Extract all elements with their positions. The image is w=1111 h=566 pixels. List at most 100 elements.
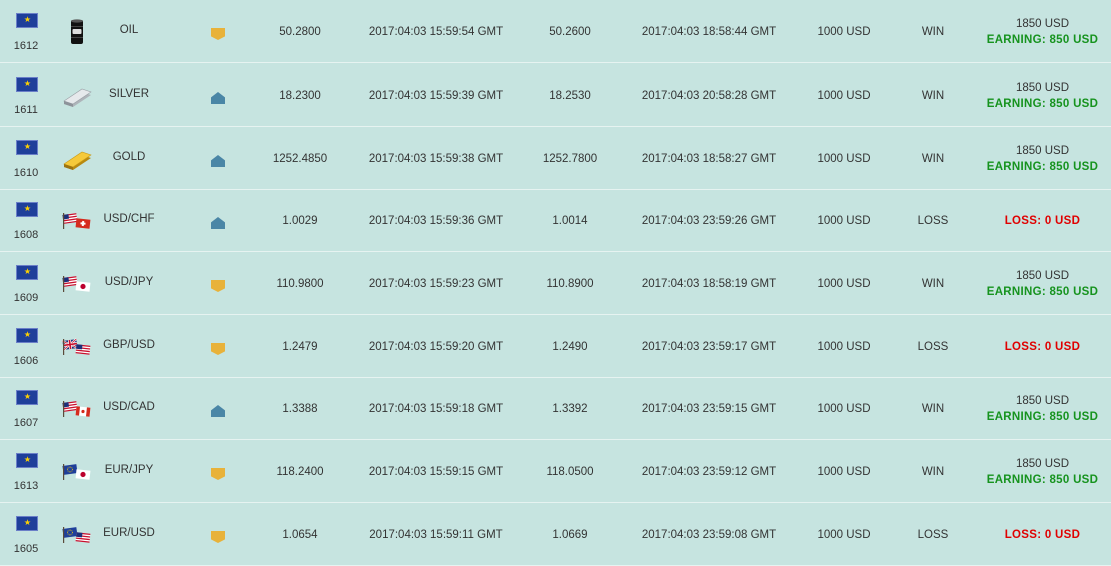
payout-amount: 1850 USD <box>1015 145 1070 157</box>
table-row[interactable]: 1611 SILVER 18.2300 2017:04:03 15:59:39 … <box>0 64 1111 127</box>
gbp-usd-flags-icon <box>62 333 92 361</box>
open-price: 1.0029 <box>282 215 318 227</box>
close-time: 2017:04:03 23:59:12 GMT <box>641 466 777 478</box>
trade-id: 1613 <box>13 480 39 492</box>
table-row[interactable]: 1607 USD/CAD 1.3388 2017:04:03 15:59:18 … <box>0 377 1111 440</box>
trade-id: 1606 <box>13 355 39 367</box>
asset-name: OIL <box>119 24 139 36</box>
open-price: 1.2479 <box>282 341 318 353</box>
eu-flag-icon <box>16 265 38 280</box>
trade-amount: 1000 USD <box>817 341 871 353</box>
earning-label: EARNING: 850 USD <box>986 411 1099 423</box>
payout: 1850 USD EARNING: 850 USD <box>985 270 1100 298</box>
silver-bar-icon <box>62 82 92 110</box>
open-time: 2017:04:03 15:59:15 GMT <box>368 466 504 478</box>
open-price: 118.2400 <box>276 466 324 478</box>
open-time: 2017:04:03 15:59:36 GMT <box>368 215 504 227</box>
trade-result: WIN <box>921 278 945 290</box>
close-price: 118.0500 <box>546 466 594 478</box>
payout: LOSS: 0 USD <box>985 529 1100 541</box>
table-row[interactable]: 1608 USD/CHF 1.0029 2017:04:03 15:59:36 … <box>0 189 1111 252</box>
close-time: 2017:04:03 18:58:27 GMT <box>641 153 777 165</box>
call-direction-icon <box>211 531 225 543</box>
eur-usd-flags-icon <box>62 521 92 549</box>
table-row[interactable]: 1609 USD/JPY 110.9800 2017:04:03 15:59:2… <box>0 252 1111 315</box>
payout: LOSS: 0 USD <box>985 341 1100 353</box>
trade-amount: 1000 USD <box>817 529 871 541</box>
close-price: 1.0014 <box>552 215 588 227</box>
call-direction-icon <box>211 468 225 480</box>
usd-jpy-flags-icon <box>62 270 92 298</box>
usd-cad-flags-icon <box>62 395 92 423</box>
call-direction-icon <box>211 28 225 40</box>
open-price: 1.0654 <box>282 529 318 541</box>
payout-amount: 1850 USD <box>1015 395 1070 407</box>
payout: 1850 USD EARNING: 850 USD <box>985 82 1100 110</box>
payout: 1850 USD EARNING: 850 USD <box>985 395 1100 423</box>
payout-amount: 1850 USD <box>1015 458 1070 470</box>
trade-amount: 1000 USD <box>817 403 871 415</box>
trade-result: LOSS <box>917 529 949 541</box>
put-direction-icon <box>211 155 225 167</box>
table-row[interactable]: 1612 OIL 50.2800 2017:04:03 15:59:54 GMT… <box>0 0 1111 63</box>
asset-name: USD/JPY <box>104 276 154 288</box>
trade-result: WIN <box>921 90 945 102</box>
open-price: 50.2800 <box>279 26 321 38</box>
loss-label: LOSS: 0 USD <box>1004 341 1081 353</box>
eu-flag-icon <box>16 202 38 217</box>
payout-amount: 1850 USD <box>1015 18 1070 30</box>
asset-name: EUR/USD <box>103 527 155 539</box>
oil-barrel-icon <box>62 18 92 46</box>
trade-id: 1611 <box>14 104 38 116</box>
eu-flag-icon <box>16 13 38 28</box>
close-price: 1.2490 <box>552 341 588 353</box>
eu-flag-icon <box>16 453 38 468</box>
asset-name: USD/CAD <box>103 401 155 413</box>
table-row[interactable]: 1613 EUR/JPY 118.2400 2017:04:03 15:59:1… <box>0 440 1111 503</box>
open-price: 1.3388 <box>282 403 318 415</box>
table-row[interactable]: 1610 GOLD 1252.4850 2017:04:03 15:59:38 … <box>0 127 1111 190</box>
close-price: 1.3392 <box>552 403 588 415</box>
gold-bar-icon <box>62 145 92 173</box>
loss-label: LOSS: 0 USD <box>1004 215 1081 227</box>
close-time: 2017:04:03 18:58:19 GMT <box>641 278 777 290</box>
close-price: 110.8900 <box>546 278 594 290</box>
trade-id: 1607 <box>13 417 39 429</box>
eu-flag-icon <box>16 516 38 531</box>
earning-label: EARNING: 850 USD <box>986 161 1099 173</box>
asset-name: GBP/USD <box>103 339 155 351</box>
trade-result: WIN <box>921 26 945 38</box>
payout: 1850 USD EARNING: 850 USD <box>985 18 1100 46</box>
earning-label: EARNING: 850 USD <box>986 474 1099 486</box>
eu-flag-icon <box>16 77 38 92</box>
earning-label: EARNING: 850 USD <box>986 286 1099 298</box>
table-row[interactable]: 1605 EUR/USD 1.0654 2017:04:03 15:59:11 … <box>0 503 1111 566</box>
earning-label: EARNING: 850 USD <box>986 34 1099 46</box>
asset-name: SILVER <box>108 88 150 100</box>
call-direction-icon <box>211 343 225 355</box>
close-time: 2017:04:03 20:58:28 GMT <box>641 90 777 102</box>
trade-result: LOSS <box>917 341 949 353</box>
trade-result: LOSS <box>917 215 949 227</box>
open-time: 2017:04:03 15:59:11 GMT <box>369 529 503 541</box>
close-price: 18.2530 <box>549 90 591 102</box>
close-price: 1252.7800 <box>542 153 598 165</box>
close-time: 2017:04:03 18:58:44 GMT <box>641 26 777 38</box>
close-time: 2017:04:03 23:59:17 GMT <box>641 341 777 353</box>
usd-chf-flags-icon <box>62 207 92 235</box>
trade-amount: 1000 USD <box>817 466 871 478</box>
trade-id: 1612 <box>13 40 39 52</box>
table-row[interactable]: 1606 GBP/USD 1.2479 2017:04:03 15:59:20 … <box>0 315 1111 378</box>
open-time: 2017:04:03 15:59:18 GMT <box>368 403 504 415</box>
put-direction-icon <box>211 92 225 104</box>
close-time: 2017:04:03 23:59:15 GMT <box>641 403 777 415</box>
put-direction-icon <box>211 217 225 229</box>
earning-label: EARNING: 850 USD <box>986 98 1099 110</box>
payout-amount: 1850 USD <box>1015 270 1070 282</box>
open-time: 2017:04:03 15:59:39 GMT <box>368 90 504 102</box>
trade-id: 1608 <box>13 229 39 241</box>
trade-result: WIN <box>921 466 945 478</box>
trade-result: WIN <box>921 153 945 165</box>
trade-amount: 1000 USD <box>817 26 871 38</box>
loss-label: LOSS: 0 USD <box>1004 529 1081 541</box>
